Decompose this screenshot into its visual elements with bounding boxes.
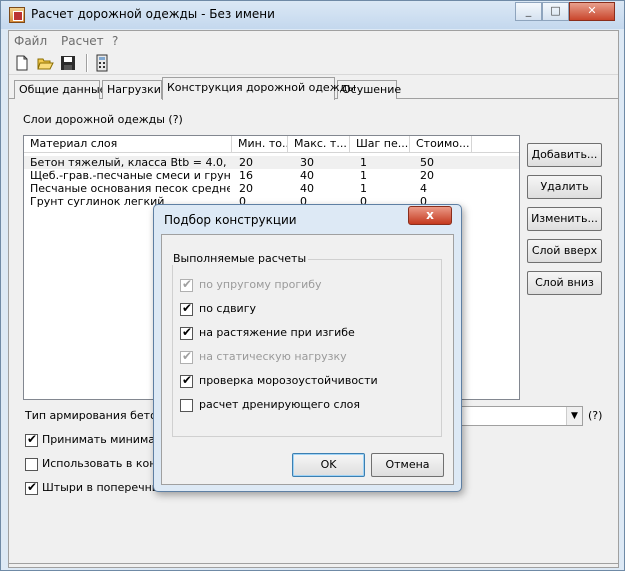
reinforcement-type-label: Тип армирования бетонн [25,409,172,422]
cell-max: 40 [300,182,314,195]
elastic-deflection-label: по упругому прогибу [199,278,322,291]
layer-up-button[interactable]: Слой вверх [527,239,602,263]
dialog-close-button[interactable]: x [408,206,452,225]
shear-checkbox[interactable] [180,301,193,316]
open-folder-icon[interactable] [36,54,54,72]
edit-layer-button[interactable]: Изменить... [527,207,602,231]
table-row[interactable]: Песчаные основания песок средне... 20 40… [24,182,519,195]
cell-cost: 4 [420,182,427,195]
close-button[interactable]: ✕ [569,2,615,21]
add-layer-button[interactable]: Добавить... [527,143,602,167]
menu-file[interactable]: Файл [14,34,47,48]
menu-help[interactable]: ? [112,34,118,48]
delete-layer-button[interactable]: Удалить [527,175,602,199]
cell-min: 20 [239,156,253,169]
frost-resistance-label: проверка морозоустойчивости [199,374,378,387]
toolbar-separator [86,54,88,72]
use-in-construction-checkbox[interactable] [25,458,38,471]
cancel-button[interactable]: Отмена [371,453,444,477]
cell-max: 40 [300,169,314,182]
column-header-min[interactable]: Мин. то... [232,136,288,153]
menu-bar: Файл Расчет ? [9,31,618,50]
drainage-layer-label: расчет дренирующего слоя [199,398,360,411]
shear-label: по сдвигу [199,302,256,315]
cell-cost: 20 [420,169,434,182]
cell-max: 30 [300,156,314,169]
tab-loads[interactable]: Нагрузки [102,80,162,99]
minimize-button[interactable]: _ [515,2,542,21]
cell-material: Песчаные основания песок средне... [30,182,230,195]
use-in-construction-label: Использовать в конст [42,457,169,470]
calculator-icon[interactable] [93,54,111,72]
cell-step: 1 [360,169,367,182]
tab-general[interactable]: Общие данные [14,80,106,99]
title-bar: Расчет дорожной одежды - Без имени _ □ ✕ [1,1,624,29]
column-header-cost[interactable]: Стоимо... [410,136,472,153]
tab-strip: Общие данные Нагрузки Конструкция дорожн… [9,77,618,100]
maximize-button[interactable]: □ [542,2,569,21]
static-load-label: на статическую нагрузку [199,350,347,363]
dialog-client: Выполняемые расчеты по упругому прогибу … [161,234,454,485]
layer-down-button[interactable]: Слой вниз [527,271,602,295]
static-load-checkbox[interactable] [180,349,193,364]
window-title: Расчет дорожной одежды - Без имени [31,7,275,21]
cell-step: 1 [360,156,367,169]
toolbar [9,51,618,75]
ok-button[interactable]: OK [292,453,365,477]
dropdown-arrow-icon[interactable]: ▼ [566,407,582,425]
cell-min: 20 [239,182,253,195]
column-header-material[interactable]: Материал слоя [24,136,232,153]
cell-min: 16 [239,169,253,182]
dialog-title: Подбор конструкции [164,213,297,227]
accept-min-checkbox[interactable] [25,432,38,447]
elastic-deflection-checkbox[interactable] [180,277,193,292]
reinforcement-help[interactable]: (?) [588,409,602,422]
save-icon[interactable] [59,54,77,72]
app-icon [9,7,25,23]
layers-label: Слои дорожной одежды (?) [23,113,183,126]
table-row[interactable]: Щеб.-грав.-песчаные смеси и грунт... 16 … [24,169,519,182]
column-header-step[interactable]: Шаг пе... [350,136,410,153]
construction-selection-dialog: Подбор конструкции x Выполняемые расчеты… [153,204,462,492]
table-header: Материал слоя Мин. то... Макс. т... Шаг … [24,136,519,153]
frost-resistance-checkbox[interactable] [180,373,193,388]
calculations-group-title: Выполняемые расчеты [171,252,309,265]
dowels-checkbox[interactable] [25,480,38,495]
table-row[interactable]: Бетон тяжелый, класса Btb = 4.0, E ... 2… [24,156,519,169]
status-divider [9,563,618,564]
menu-calc[interactable]: Расчет [61,34,104,48]
column-header-max[interactable]: Макс. т... [288,136,350,153]
tab-construction[interactable]: Конструкция дорожной одежды [162,77,356,100]
bending-tension-checkbox[interactable] [180,325,193,340]
cell-material: Бетон тяжелый, класса Btb = 4.0, E ... [30,156,230,169]
cell-step: 1 [360,182,367,195]
cell-material: Щеб.-грав.-песчаные смеси и грунт... [30,169,230,182]
drainage-layer-checkbox[interactable] [180,399,193,412]
bending-tension-label: на растяжение при изгибе [199,326,355,339]
new-file-icon[interactable] [13,54,31,72]
cell-cost: 50 [420,156,434,169]
